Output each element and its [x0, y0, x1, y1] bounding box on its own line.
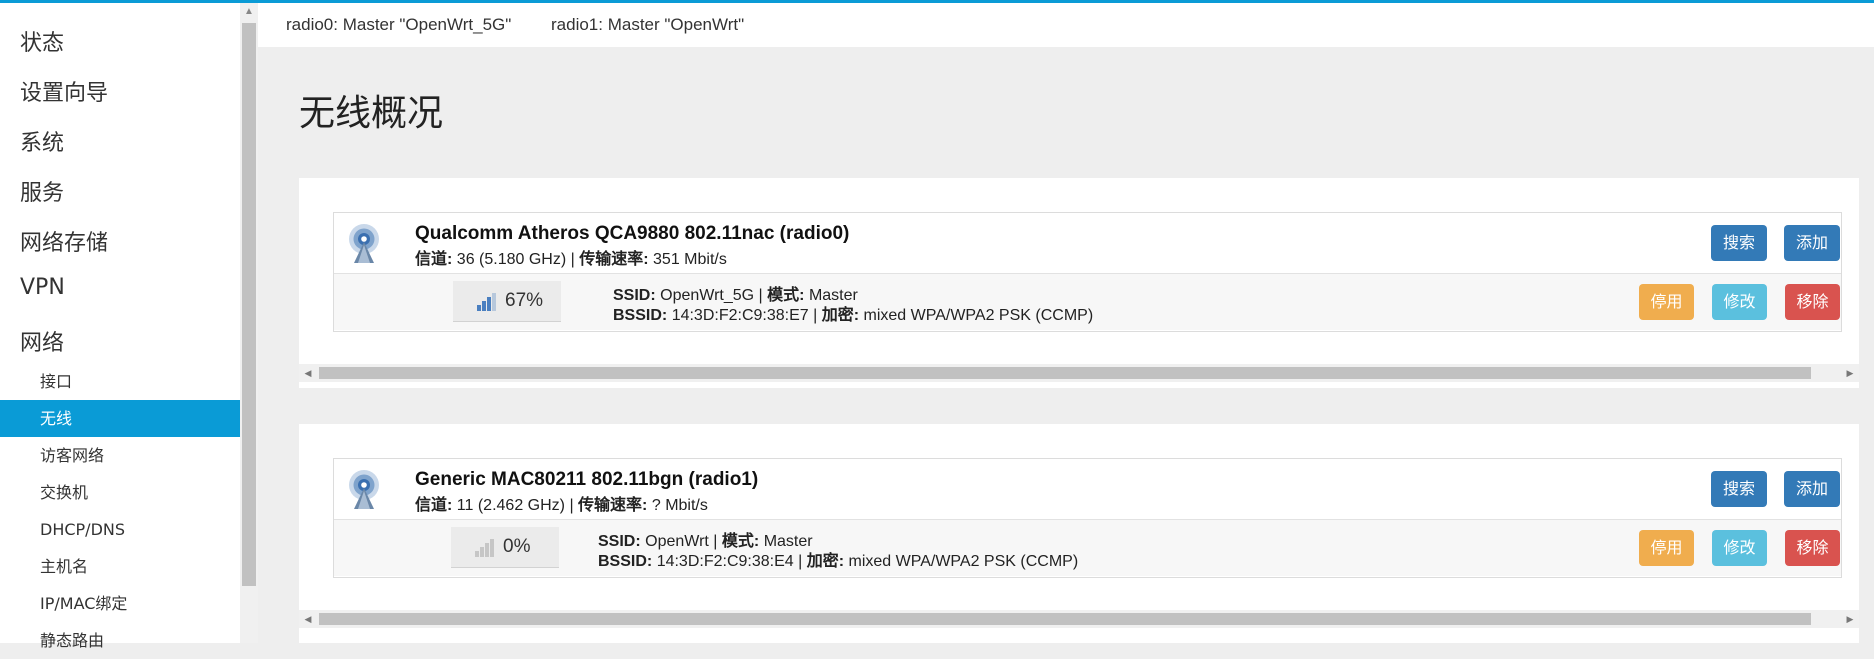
radio0-disable-button[interactable]: 停用 [1639, 284, 1694, 320]
bitrate-label: 传输速率: [579, 251, 649, 268]
radio0-bssid-line: BSSID: 14:3D:F2:C9:38:E7 | 加密: mixed WPA… [613, 307, 1094, 324]
page-title: 无线概况 [299, 93, 444, 134]
menu-nas[interactable]: 网络存储 [20, 225, 108, 257]
radio1-scrollbar-thumb[interactable] [319, 613, 1811, 625]
radio1-panel: Generic MAC80211 802.11bgn (radio1) 信道: … [299, 424, 1859, 643]
radio1-bssid-line: BSSID: 14:3D:F2:C9:38:E4 | 加密: mixed WPA… [598, 553, 1079, 570]
radio0-panel: Qualcomm Atheros QCA9880 802.11nac (radi… [299, 178, 1859, 388]
radio1-header: Generic MAC80211 802.11bgn (radio1) 信道: … [334, 459, 1841, 520]
radio0-remove-button[interactable]: 移除 [1785, 284, 1840, 320]
radio1-disable-button[interactable]: 停用 [1639, 530, 1694, 566]
submenu-static-routes[interactable]: 静态路由 [0, 622, 240, 659]
radio1-remove-button[interactable]: 移除 [1785, 530, 1840, 566]
radio1-edit-button[interactable]: 修改 [1712, 530, 1767, 566]
radio1-card: Generic MAC80211 802.11bgn (radio1) 信道: … [333, 458, 1842, 578]
radio0-scan-button[interactable]: 搜索 [1711, 225, 1767, 261]
radio0-header: Qualcomm Atheros QCA9880 802.11nac (radi… [334, 213, 1841, 274]
tab-radio0[interactable]: radio0: Master "OpenWrt_5G" [286, 15, 511, 35]
radio1-device-info: 信道: 11 (2.462 GHz) | 传输速率: ? Mbit/s [415, 497, 708, 514]
bssid-label: BSSID: [598, 553, 653, 570]
encryption-label: 加密: [806, 553, 845, 570]
scroll-left-icon[interactable]: ◀ [299, 610, 317, 628]
radio0-horizontal-scrollbar[interactable]: ◀ ▶ [299, 364, 1859, 382]
wifi-radio-icon [349, 224, 379, 263]
wifi-radio-icon [349, 470, 379, 509]
bssid-label: BSSID: [613, 307, 668, 324]
menu-setup-wizard[interactable]: 设置向导 [20, 75, 108, 107]
menu-status[interactable]: 状态 [20, 25, 64, 57]
radio1-signal-badge: 0% [451, 527, 559, 568]
signal-bars-icon [477, 293, 496, 311]
radio1-device-name: Generic MAC80211 802.11bgn (radio1) [415, 469, 759, 490]
radio1-bitrate: ? Mbit/s [651, 497, 708, 514]
radio0-add-button[interactable]: 添加 [1784, 225, 1840, 261]
radio0-edit-button[interactable]: 修改 [1712, 284, 1767, 320]
radio0-device-info: 信道: 36 (5.180 GHz) | 传输速率: 351 Mbit/s [415, 251, 727, 268]
radio0-card: Qualcomm Atheros QCA9880 802.11nac (radi… [333, 212, 1842, 332]
radio0-network-row: 67% SSID: OpenWrt_5G | 模式: Master BSSID:… [334, 274, 1841, 330]
radio0-signal-badge: 67% [453, 281, 561, 322]
radio0-device-name: Qualcomm Atheros QCA9880 802.11nac (radi… [415, 223, 850, 244]
channel-label: 信道: [415, 251, 453, 268]
menu-network[interactable]: 网络 [20, 325, 64, 357]
radio-tabs-bar: radio0: Master "OpenWrt_5G" radio1: Mast… [258, 3, 1874, 47]
channel-label: 信道: [415, 497, 453, 514]
submenu-interfaces[interactable]: 接口 [0, 363, 240, 400]
radio1-signal-percent: 0% [503, 536, 531, 557]
encryption-label: 加密: [821, 307, 860, 324]
radio1-encryption: mixed WPA/WPA2 PSK (CCMP) [848, 553, 1079, 570]
radio0-bssid: 14:3D:F2:C9:38:E7 [671, 307, 809, 324]
submenu-guest-network[interactable]: 访客网络 [0, 437, 240, 474]
radio1-network-row: 0% SSID: OpenWrt | 模式: Master BSSID: 14:… [334, 520, 1841, 576]
submenu-switch[interactable]: 交换机 [0, 474, 240, 511]
radio1-channel: 11 (2.462 GHz) [456, 497, 565, 514]
scroll-left-icon[interactable]: ◀ [299, 364, 317, 382]
radio0-signal-percent: 67% [505, 290, 544, 311]
scroll-right-icon[interactable]: ▶ [1841, 364, 1859, 382]
menu-system[interactable]: 系统 [20, 125, 64, 157]
sidebar: 状态 设置向导 系统 服务 网络存储 VPN 网络 接口 无线 访客网络 交换机… [0, 3, 240, 650]
menu-services[interactable]: 服务 [20, 175, 64, 207]
radio0-bitrate: 351 Mbit/s [653, 251, 727, 268]
submenu-wireless[interactable]: 无线 [0, 400, 240, 437]
radio0-scrollbar-thumb[interactable] [319, 367, 1811, 379]
submenu-hostnames[interactable]: 主机名 [0, 548, 240, 585]
sidebar-scrollbar[interactable]: ▲ [240, 3, 258, 643]
bitrate-label: 传输速率: [578, 497, 648, 514]
submenu-dhcp-dns[interactable]: DHCP/DNS [0, 511, 240, 548]
radio1-bssid: 14:3D:F2:C9:38:E4 [656, 553, 794, 570]
scroll-right-icon[interactable]: ▶ [1841, 610, 1859, 628]
scroll-up-icon[interactable]: ▲ [240, 3, 258, 21]
radio0-encryption: mixed WPA/WPA2 PSK (CCMP) [863, 307, 1094, 324]
sidebar-scrollbar-thumb[interactable] [242, 23, 256, 586]
radio1-horizontal-scrollbar[interactable]: ◀ ▶ [299, 610, 1859, 628]
signal-bars-icon [475, 539, 494, 557]
radio1-add-button[interactable]: 添加 [1784, 471, 1840, 507]
menu-vpn[interactable]: VPN [20, 275, 65, 300]
radio0-channel: 36 (5.180 GHz) [456, 251, 567, 268]
tab-radio1[interactable]: radio1: Master "OpenWrt" [551, 15, 744, 35]
radio1-scan-button[interactable]: 搜索 [1711, 471, 1767, 507]
submenu-ip-mac-binding[interactable]: IP/MAC绑定 [0, 585, 240, 622]
